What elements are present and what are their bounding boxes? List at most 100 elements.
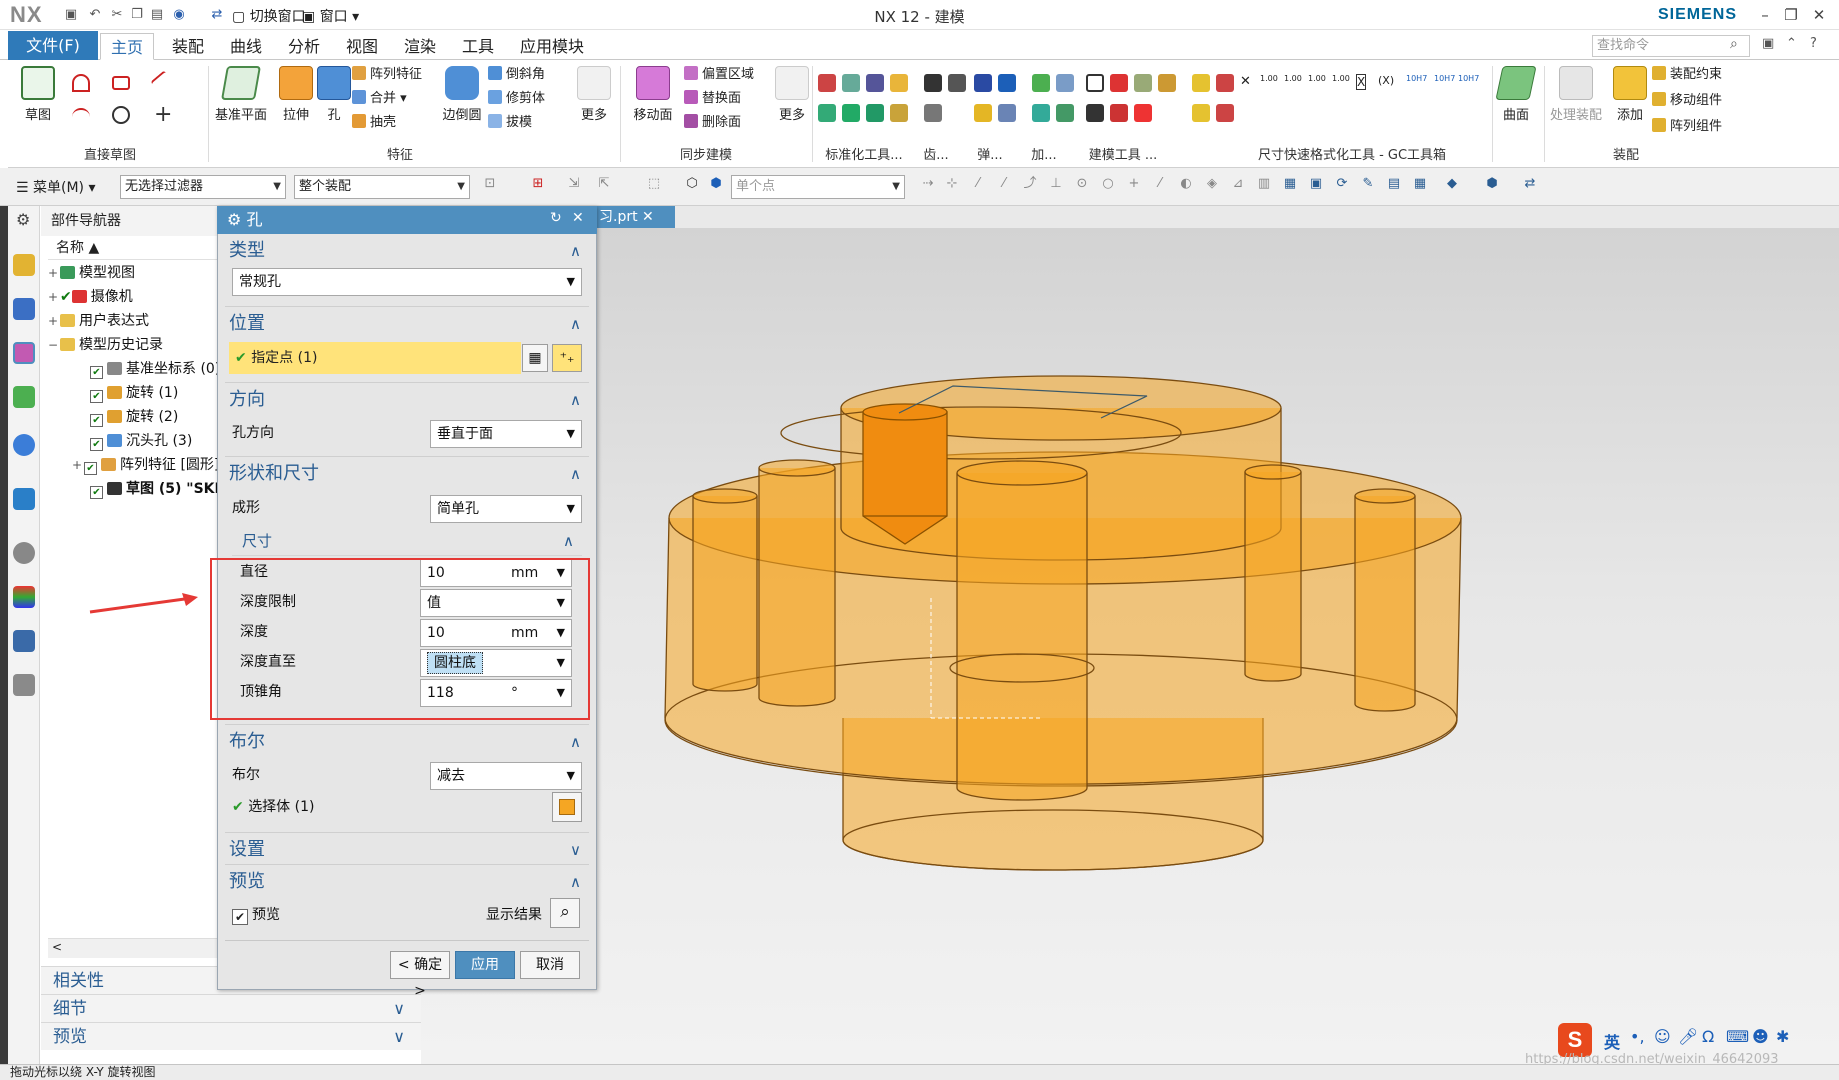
dimensions-subsection-header[interactable]: 尺寸 ∧: [232, 526, 582, 556]
edge-blend-button[interactable]: 边倒圆: [440, 66, 484, 123]
section-type-header[interactable]: 类型 ∧: [225, 234, 589, 268]
surface-button[interactable]: 曲面: [1494, 66, 1538, 123]
tree-row-datum-csys[interactable]: ✔ 基准坐标系 (0): [90, 357, 220, 381]
selection-tool-icon[interactable]: ⇱: [596, 176, 612, 192]
snap-tool-icon[interactable]: ⁄: [970, 176, 986, 192]
tool-icon[interactable]: [1032, 74, 1050, 92]
section-direction-header[interactable]: 方向 ∧: [225, 382, 589, 416]
move-face-button[interactable]: 移动面: [628, 66, 678, 123]
tool-icon[interactable]: [1110, 74, 1128, 92]
section-settings-header[interactable]: 设置 ∨: [225, 832, 589, 866]
ribbon-options-icon[interactable]: ▣: [1762, 36, 1774, 51]
selection-tool-icon[interactable]: ⇲: [566, 176, 582, 192]
copy-icon[interactable]: ❐: [128, 6, 146, 24]
tool-icon[interactable]: [1216, 74, 1234, 92]
hole-direction-select[interactable]: 垂直于面 ▼: [430, 420, 582, 448]
shell-button[interactable]: 抽壳: [352, 112, 396, 134]
sketch-button[interactable]: 草图: [16, 66, 60, 123]
apply-button[interactable]: 应用: [455, 951, 515, 979]
tool-icon[interactable]: [1134, 104, 1152, 122]
tool-icon[interactable]: [890, 74, 908, 92]
snap-tool-icon[interactable]: ⊿: [1230, 176, 1246, 192]
constraint-navigator-icon[interactable]: [13, 298, 35, 320]
tab-render[interactable]: 渲染: [394, 33, 446, 60]
sync-more-button[interactable]: 更多: [770, 66, 814, 123]
selection-tool-icon[interactable]: ⬢: [708, 176, 724, 192]
clock-icon[interactable]: [13, 542, 35, 564]
snap-tool-icon[interactable]: +: [1126, 176, 1142, 192]
role-icon[interactable]: [13, 674, 35, 696]
reset-icon[interactable]: ↻: [550, 210, 562, 226]
selection-tool-icon[interactable]: ⊡: [482, 176, 498, 192]
replace-face-button[interactable]: 替换面: [684, 88, 741, 110]
hole-button[interactable]: 孔: [312, 66, 356, 123]
preview-checkbox[interactable]: ✔: [232, 909, 248, 925]
scroll-left-icon[interactable]: <: [52, 940, 62, 954]
snap-tool-icon[interactable]: ⇢: [920, 176, 936, 192]
visibility-checkbox[interactable]: ✔: [90, 438, 103, 451]
arc-icon[interactable]: [72, 108, 90, 126]
dialog-close-icon[interactable]: ✕: [572, 210, 584, 226]
tool-icon[interactable]: 10H7: [1406, 74, 1427, 83]
visibility-checkbox[interactable]: ✔: [90, 414, 103, 427]
chamfer-button[interactable]: 倒斜角: [488, 64, 545, 86]
emoji-icon[interactable]: ☺: [1654, 1027, 1671, 1046]
undo-icon[interactable]: ↶: [86, 6, 104, 24]
cut-icon[interactable]: ✂: [108, 6, 126, 24]
snap-tool-icon[interactable]: ⊙: [1074, 176, 1090, 192]
section-boolean-header[interactable]: 布尔 ∧: [225, 724, 589, 758]
tool-icon[interactable]: [890, 104, 908, 122]
tool-icon[interactable]: [1086, 104, 1104, 122]
tool-icon[interactable]: [998, 104, 1016, 122]
tree-row-sketch-5[interactable]: ✔ 草图 (5) "SKE: [90, 477, 224, 501]
pattern-component-button[interactable]: 阵列组件: [1652, 116, 1722, 138]
view-tool-icon[interactable]: ▤: [1386, 176, 1402, 192]
offset-region-button[interactable]: 偏置区域: [684, 64, 754, 86]
tab-curve[interactable]: 曲线: [220, 33, 272, 60]
preview-checkbox-row[interactable]: ✔ 预览: [232, 902, 280, 928]
snap-tool-icon[interactable]: ◐: [1178, 176, 1194, 192]
selection-tool-icon[interactable]: ⬚: [646, 176, 662, 192]
selection-tool-icon[interactable]: ⬡: [684, 176, 700, 192]
tool-icon[interactable]: [924, 74, 942, 92]
draft-button[interactable]: 拔模: [488, 112, 532, 134]
symbol-icon[interactable]: Ω: [1702, 1027, 1714, 1046]
ime-language-toggle[interactable]: 英: [1604, 1029, 1620, 1053]
visual-analysis-icon[interactable]: [13, 586, 35, 608]
snap-tool-icon[interactable]: ⁄: [1152, 176, 1168, 192]
select-body-button[interactable]: [552, 792, 582, 822]
visibility-checkbox[interactable]: ✔: [90, 366, 103, 379]
tab-assembly[interactable]: 装配: [162, 33, 214, 60]
section-preview-header[interactable]: 预览 ∧: [225, 864, 589, 898]
tree-row-counterbore-hole[interactable]: ✔ 沉头孔 (3): [90, 429, 192, 453]
tool-icon[interactable]: [1216, 104, 1234, 122]
user-icon[interactable]: ☻: [1752, 1027, 1769, 1046]
visibility-checkbox[interactable]: ✔: [84, 462, 97, 475]
tool-icon[interactable]: [1056, 74, 1074, 92]
tool-icon[interactable]: [818, 104, 836, 122]
part-model[interactable]: [421, 228, 1839, 1064]
boolean-select[interactable]: 减去 ▼: [430, 762, 582, 790]
snap-tool-icon[interactable]: ⤴: [1022, 176, 1038, 192]
microphone-icon[interactable]: 🎤︎: [1678, 1027, 1698, 1046]
switch-window-button[interactable]: ▢ 切换窗口: [232, 6, 306, 26]
view-tool-icon[interactable]: ▦: [1412, 176, 1428, 192]
tab-analysis[interactable]: 分析: [278, 33, 330, 60]
search-icon[interactable]: ⌕: [1730, 36, 1738, 52]
tool-icon[interactable]: [1134, 74, 1152, 92]
tab-view[interactable]: 视图: [336, 33, 388, 60]
menu-button[interactable]: ☰ 菜单(M) ▾: [16, 177, 96, 197]
form-select[interactable]: 简单孔 ▼: [430, 495, 582, 523]
assembly-constraint-button[interactable]: 装配约束: [1652, 64, 1722, 86]
window-menu-button[interactable]: ▣ 窗口 ▾: [302, 6, 359, 26]
tree-row-user-expressions[interactable]: + 用户表达式: [48, 309, 149, 333]
tool-icon[interactable]: [866, 74, 884, 92]
snap-tool-icon[interactable]: ⁄: [996, 176, 1012, 192]
tool-icon[interactable]: [842, 104, 860, 122]
render-icon[interactable]: ◉: [170, 6, 188, 24]
unite-button[interactable]: 合并 ▾: [352, 88, 407, 110]
datum-plane-button[interactable]: 基准平面: [214, 66, 268, 123]
select-body-row[interactable]: ✔ 选择体 (1): [232, 794, 314, 820]
tool-icon[interactable]: [1192, 74, 1210, 92]
selection-tool-icon[interactable]: ⊞: [530, 176, 546, 192]
